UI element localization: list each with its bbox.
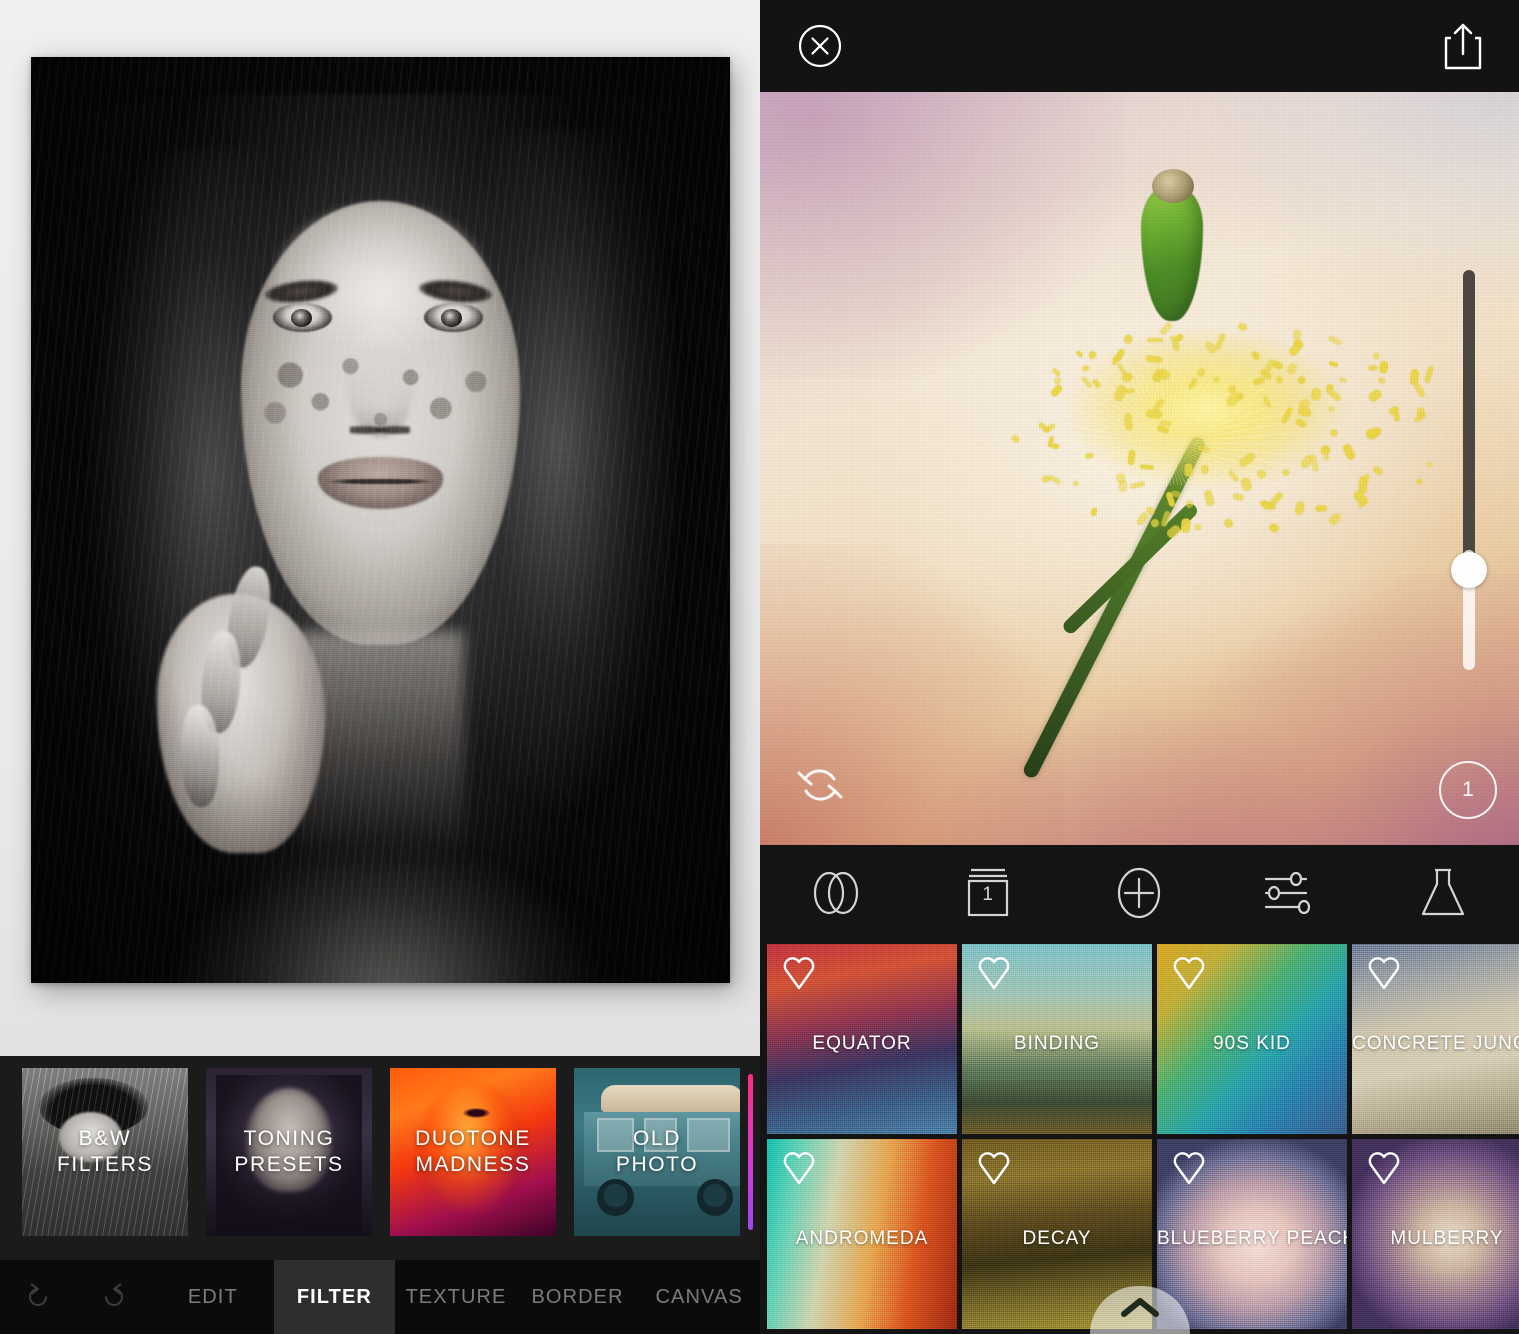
bus-wheel xyxy=(696,1178,734,1216)
favorite-heart-icon[interactable] xyxy=(1364,954,1404,994)
favorite-heart-icon[interactable] xyxy=(779,1149,819,1189)
filter-name: EQUATOR xyxy=(812,1033,912,1055)
tab-filter[interactable]: FILTER xyxy=(273,1260,396,1334)
editor-toolbar: 1 xyxy=(760,845,1519,940)
favorite-heart-icon[interactable] xyxy=(1169,954,1209,994)
paper-texture xyxy=(760,92,1519,845)
reset-icon[interactable] xyxy=(788,753,852,817)
preset-pack-label: TONING PRESETS xyxy=(234,1126,344,1176)
portrait-photo[interactable] xyxy=(31,57,730,983)
tab-label: TEXTURE xyxy=(405,1285,507,1308)
tab-texture[interactable]: TEXTURE xyxy=(395,1260,517,1334)
preset-pack-old-photo[interactable]: OLD PHOTO xyxy=(574,1068,740,1236)
share-icon[interactable] xyxy=(1437,18,1489,74)
layers-count: 1 xyxy=(982,883,993,905)
filter-tile-blueberry-peach[interactable]: BLUEBERRY PEACH xyxy=(1157,1139,1347,1329)
tab-canvas[interactable]: CANVAS xyxy=(638,1260,760,1334)
filter-name: DECAY xyxy=(1022,1228,1092,1250)
bottom-tab-bar: EDIT FILTER TEXTURE BORDER CANVAS xyxy=(0,1260,760,1334)
undo-button[interactable] xyxy=(15,1274,61,1320)
filter-name: CONCRETE JUNGLE xyxy=(1352,1033,1519,1055)
close-icon[interactable] xyxy=(796,22,844,70)
slider-track-upper xyxy=(1463,270,1475,570)
preset-pack-label: OLD PHOTO xyxy=(615,1126,699,1176)
history-controls xyxy=(0,1260,152,1334)
preset-row-scrollbar[interactable] xyxy=(748,1074,753,1230)
tab-list: EDIT FILTER TEXTURE BORDER CANVAS xyxy=(152,1260,760,1334)
top-bar xyxy=(760,0,1519,92)
tab-label: CANVAS xyxy=(655,1285,743,1308)
favorite-heart-icon[interactable] xyxy=(779,954,819,994)
adjustments-icon[interactable] xyxy=(1249,858,1333,928)
layers-icon[interactable]: 1 xyxy=(946,858,1030,928)
preset-pack-toning-presets[interactable]: TONING PRESETS xyxy=(206,1068,372,1236)
slider-thumb[interactable] xyxy=(1451,552,1487,588)
favorite-heart-icon[interactable] xyxy=(1364,1149,1404,1189)
preset-pack-bw-filters[interactable]: B&W FILTERS xyxy=(22,1068,188,1236)
filter-tile-concrete-jungle[interactable]: CONCRETE JUNGLE xyxy=(1352,944,1519,1134)
opacity-slider[interactable] xyxy=(1451,270,1487,670)
bus-wheel xyxy=(597,1178,634,1216)
filter-tile-binding[interactable]: BINDING xyxy=(962,944,1152,1134)
redo-button[interactable] xyxy=(91,1274,137,1320)
layer-count-badge[interactable]: 1 xyxy=(1439,761,1497,819)
left-panel: B&W FILTERS TONING PRESETS DUOTONE MADNE… xyxy=(0,0,760,1334)
tab-label: BORDER xyxy=(531,1285,624,1308)
filter-name: BLUEBERRY PEACH xyxy=(1157,1228,1347,1250)
tab-edit[interactable]: EDIT xyxy=(152,1260,274,1334)
app-screenshot: B&W FILTERS TONING PRESETS DUOTONE MADNE… xyxy=(0,0,1519,1334)
preset-pack-row[interactable]: B&W FILTERS TONING PRESETS DUOTONE MADNE… xyxy=(0,1056,760,1260)
flower-photo[interactable]: 1 xyxy=(760,92,1519,845)
filter-tile-andromeda[interactable]: ANDROMEDA xyxy=(767,1139,957,1329)
tab-label: FILTER xyxy=(296,1285,372,1308)
photo-stage xyxy=(0,0,760,1056)
favorite-heart-icon[interactable] xyxy=(1169,1149,1209,1189)
filter-tile-mulberry[interactable]: MULBERRY xyxy=(1352,1139,1519,1329)
favorite-heart-icon[interactable] xyxy=(974,954,1014,994)
favorite-heart-icon[interactable] xyxy=(974,1149,1014,1189)
portrait-artwork xyxy=(31,57,730,983)
lab-flask-icon[interactable] xyxy=(1401,858,1485,928)
filter-tile-equator[interactable]: EQUATOR xyxy=(767,944,957,1134)
filter-name: ANDROMEDA xyxy=(795,1228,929,1250)
bus-roof xyxy=(600,1084,740,1112)
preset-pack-label: DUOTONE MADNESS xyxy=(415,1126,531,1176)
blend-modes-icon[interactable] xyxy=(794,858,878,928)
tab-border[interactable]: BORDER xyxy=(517,1260,639,1334)
preset-pack-duotone-madness[interactable]: DUOTONE MADNESS xyxy=(390,1068,556,1236)
right-panel: 1 1 EQUATOR BINDING 90S KID CONCRETE JUN… xyxy=(760,0,1519,1334)
film-grain xyxy=(31,57,730,983)
filter-name: 90S KID xyxy=(1213,1033,1291,1055)
tab-label: EDIT xyxy=(187,1285,238,1308)
filter-name: MULBERRY xyxy=(1390,1228,1504,1250)
filter-tile-90s-kid[interactable]: 90S KID xyxy=(1157,944,1347,1134)
layer-count-value: 1 xyxy=(1462,778,1474,801)
preset-drawer: B&W FILTERS TONING PRESETS DUOTONE MADNE… xyxy=(0,1056,760,1334)
filter-grid[interactable]: EQUATOR BINDING 90S KID CONCRETE JUN AND… xyxy=(760,940,1519,1334)
preset-pack-label: B&W FILTERS xyxy=(57,1126,153,1176)
add-icon[interactable] xyxy=(1097,858,1181,928)
filter-name: BINDING xyxy=(1013,1033,1101,1055)
